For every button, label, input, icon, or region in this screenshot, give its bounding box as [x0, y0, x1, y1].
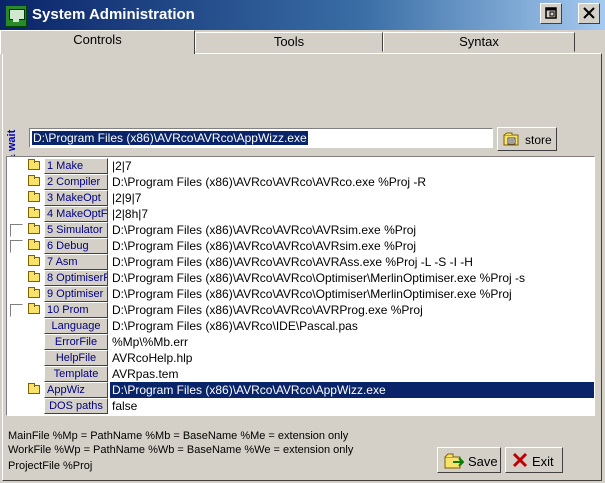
folder-icon[interactable] — [28, 175, 40, 186]
title-bar: System Administration — [0, 0, 605, 30]
row-label-button[interactable]: ErrorFile — [44, 334, 108, 350]
folder-icon[interactable] — [28, 303, 40, 314]
folder-icon[interactable] — [28, 223, 40, 234]
row-value[interactable]: D:\Program Files (x86)\AVRco\AVRco\Optim… — [110, 286, 594, 302]
list-item[interactable]: 8 OptimiserF D:\Program Files (x86)\AVRco… — [7, 270, 594, 286]
list-item[interactable]: Template AVRpas.tem — [7, 366, 594, 382]
row-value[interactable]: D:\Program Files (x86)\AVRco\IDE\Pascal.… — [110, 318, 594, 334]
tab-controls[interactable]: Controls — [0, 30, 195, 54]
tab-tools[interactable]: Tools — [195, 32, 383, 52]
row-checkbox[interactable] — [10, 224, 23, 237]
folder-icon[interactable] — [28, 271, 40, 282]
tab-syntax[interactable]: Syntax — [383, 32, 575, 52]
row-label-button[interactable]: 1 Make — [44, 158, 108, 174]
store-label: store — [525, 133, 552, 147]
row-value[interactable]: D:\Program Files (x86)\AVRco\AVRco\AVRPr… — [110, 302, 594, 318]
list-item[interactable]: Language D:\Program Files (x86)\AVRco\IDE… — [7, 318, 594, 334]
save-button[interactable]: Save — [437, 447, 501, 473]
folder-icon[interactable] — [28, 383, 40, 394]
row-label-button[interactable]: Template — [44, 366, 108, 382]
folder-icon[interactable] — [28, 287, 40, 298]
row-value[interactable]: D:\Program Files (x86)\AVRco\AVRco\AVRsi… — [110, 222, 594, 238]
row-value[interactable]: |2|9|7 — [110, 190, 594, 206]
tab-strip: Controls Tools Syntax — [0, 30, 605, 54]
list-item[interactable]: 9 Optimiser D:\Program Files (x86)\AVRco\… — [7, 286, 594, 302]
list-item[interactable]: 6 Debug D:\Program Files (x86)\AVRco\AVRc… — [7, 238, 594, 254]
list-item[interactable]: 7 Asm D:\Program Files (x86)\AVRco\AVRco\… — [7, 254, 594, 270]
row-label-button[interactable]: 3 MakeOpt — [44, 190, 108, 206]
row-label-button[interactable]: DOS paths — [44, 398, 108, 414]
row-label-button[interactable]: 6 Debug — [44, 238, 108, 254]
list-item[interactable]: ErrorFile %Mp\%Mb.err — [7, 334, 594, 350]
row-value[interactable]: %Mp\%Mb.err — [110, 334, 594, 350]
app-icon — [5, 5, 27, 27]
list-item[interactable]: AppWiz D:\Program Files (x86)\AVRco\AVRco… — [7, 382, 594, 398]
list-item[interactable]: 1 Make |2|7 — [7, 158, 594, 174]
row-label-button[interactable]: 5 Simulator — [44, 222, 108, 238]
row-checkbox[interactable] — [10, 304, 23, 317]
folder-icon[interactable] — [28, 255, 40, 266]
row-label-button[interactable]: 8 OptimiserF — [44, 270, 108, 286]
row-label-button[interactable]: Language — [44, 318, 108, 334]
info-workfile: WorkFile %Wp = PathName %Wb = BaseName %… — [8, 444, 354, 456]
row-value[interactable]: D:\Program Files (x86)\AVRco\AVRco\AppWi… — [110, 382, 594, 398]
row-value[interactable]: AVRpas.tem — [110, 366, 594, 382]
list-item[interactable]: DOS paths false — [7, 398, 594, 414]
info-mainfile: MainFile %Mp = PathName %Mb = BaseName %… — [8, 430, 349, 442]
path-input[interactable]: D:\Program Files (x86)\AVRco\AVRco\AppWi… — [29, 128, 493, 148]
folder-icon[interactable] — [28, 207, 40, 218]
exit-button[interactable]: Exit — [505, 447, 563, 473]
row-value[interactable]: D:\Program Files (x86)\AVRco\AVRco\Optim… — [110, 270, 594, 286]
save-icon — [444, 453, 464, 469]
row-value[interactable]: AVRcoHelp.hlp — [110, 350, 594, 366]
row-label-button[interactable]: 2 Compiler — [44, 174, 108, 190]
list-item[interactable]: HelpFile AVRcoHelp.hlp — [7, 350, 594, 366]
path-input-value: D:\Program Files (x86)\AVRco\AVRco\AppWi… — [32, 131, 308, 145]
close-icon — [583, 7, 595, 19]
exit-label: Exit — [532, 454, 554, 469]
row-value[interactable]: |2|8h|7 — [110, 206, 594, 222]
store-icon — [503, 132, 519, 146]
maximize-icon — [545, 7, 557, 19]
folder-icon[interactable] — [28, 191, 40, 202]
row-label-button[interactable]: 9 Optimiser — [44, 286, 108, 302]
row-value[interactable]: D:\Program Files (x86)\AVRco\AVRco\AVRco… — [110, 174, 594, 190]
list-item[interactable]: 3 MakeOpt |2|9|7 — [7, 190, 594, 206]
row-value[interactable]: |2|7 — [110, 158, 594, 174]
store-button[interactable]: store — [497, 127, 557, 151]
window-title: System Administration — [32, 6, 195, 23]
folder-icon[interactable] — [28, 159, 40, 170]
tool-list: 1 Make |2|7 2 Compiler D:\Program Files (x8… — [6, 156, 595, 416]
row-label-button[interactable]: 4 MakeOptF — [44, 206, 108, 222]
list-item[interactable]: 10 Prom D:\Program Files (x86)\AVRco\AVRc… — [7, 302, 594, 318]
exit-icon — [512, 452, 528, 468]
maximize-button[interactable] — [540, 3, 562, 24]
folder-icon[interactable] — [28, 239, 40, 250]
row-checkbox[interactable] — [10, 240, 23, 253]
row-label-button[interactable]: HelpFile — [44, 350, 108, 366]
save-label: Save — [468, 454, 498, 469]
row-value[interactable]: false — [110, 398, 594, 414]
row-value[interactable]: D:\Program Files (x86)\AVRco\AVRco\AVRsi… — [110, 238, 594, 254]
row-label-button[interactable]: 7 Asm — [44, 254, 108, 270]
list-item[interactable]: 4 MakeOptF |2|8h|7 — [7, 206, 594, 222]
list-item[interactable]: 2 Compiler D:\Program Files (x86)\AVRco\A… — [7, 174, 594, 190]
row-label-button[interactable]: 10 Prom — [44, 302, 108, 318]
close-button[interactable] — [578, 3, 600, 24]
list-item[interactable]: 5 Simulator D:\Program Files (x86)\AVRco\… — [7, 222, 594, 238]
info-projectfile: ProjectFile %Proj — [8, 460, 93, 472]
row-value[interactable]: D:\Program Files (x86)\AVRco\AVRco\AVRAs… — [110, 254, 594, 270]
row-label-button[interactable]: AppWiz — [44, 382, 108, 398]
